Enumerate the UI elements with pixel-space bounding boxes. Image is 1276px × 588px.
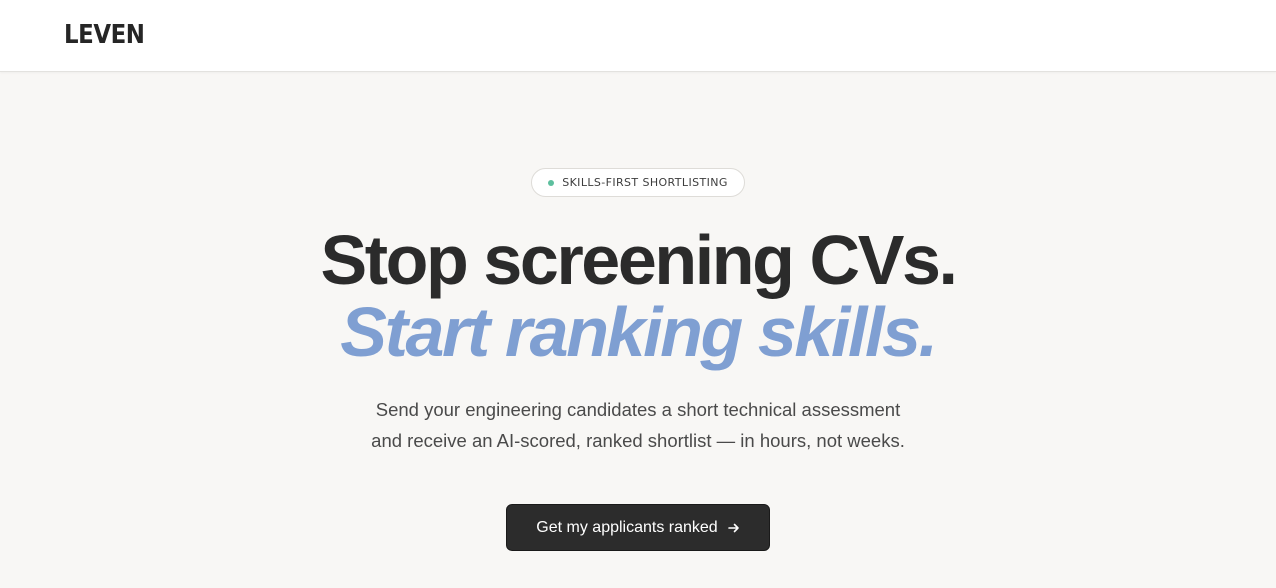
hero-description-line-1: Send your engineering candidates a short… [375, 399, 901, 420]
cta-label: Get my applicants ranked [536, 518, 718, 536]
hero-description-line-2: and receive an AI-scored, ranked shortli… [371, 430, 905, 451]
leven-logo[interactable]: LEVEN [64, 20, 145, 50]
arrow-right-icon [727, 522, 740, 534]
top-navigation-bar: LEVEN [0, 0, 1276, 72]
skills-first-badge: SKILLS-FIRST SHORTLISTING [531, 168, 745, 197]
badge-label: SKILLS-FIRST SHORTLISTING [562, 176, 728, 189]
get-applicants-ranked-button[interactable]: Get my applicants ranked [506, 504, 770, 551]
hero-description: Send your engineering candidates a short… [338, 394, 938, 456]
hero-subheadline: Start ranking skills. [340, 293, 938, 371]
hero-section: SKILLS-FIRST SHORTLISTING Stop screening… [0, 72, 1276, 588]
status-dot-icon [548, 179, 555, 186]
hero-headline: Stop screening CVs. [320, 221, 958, 299]
